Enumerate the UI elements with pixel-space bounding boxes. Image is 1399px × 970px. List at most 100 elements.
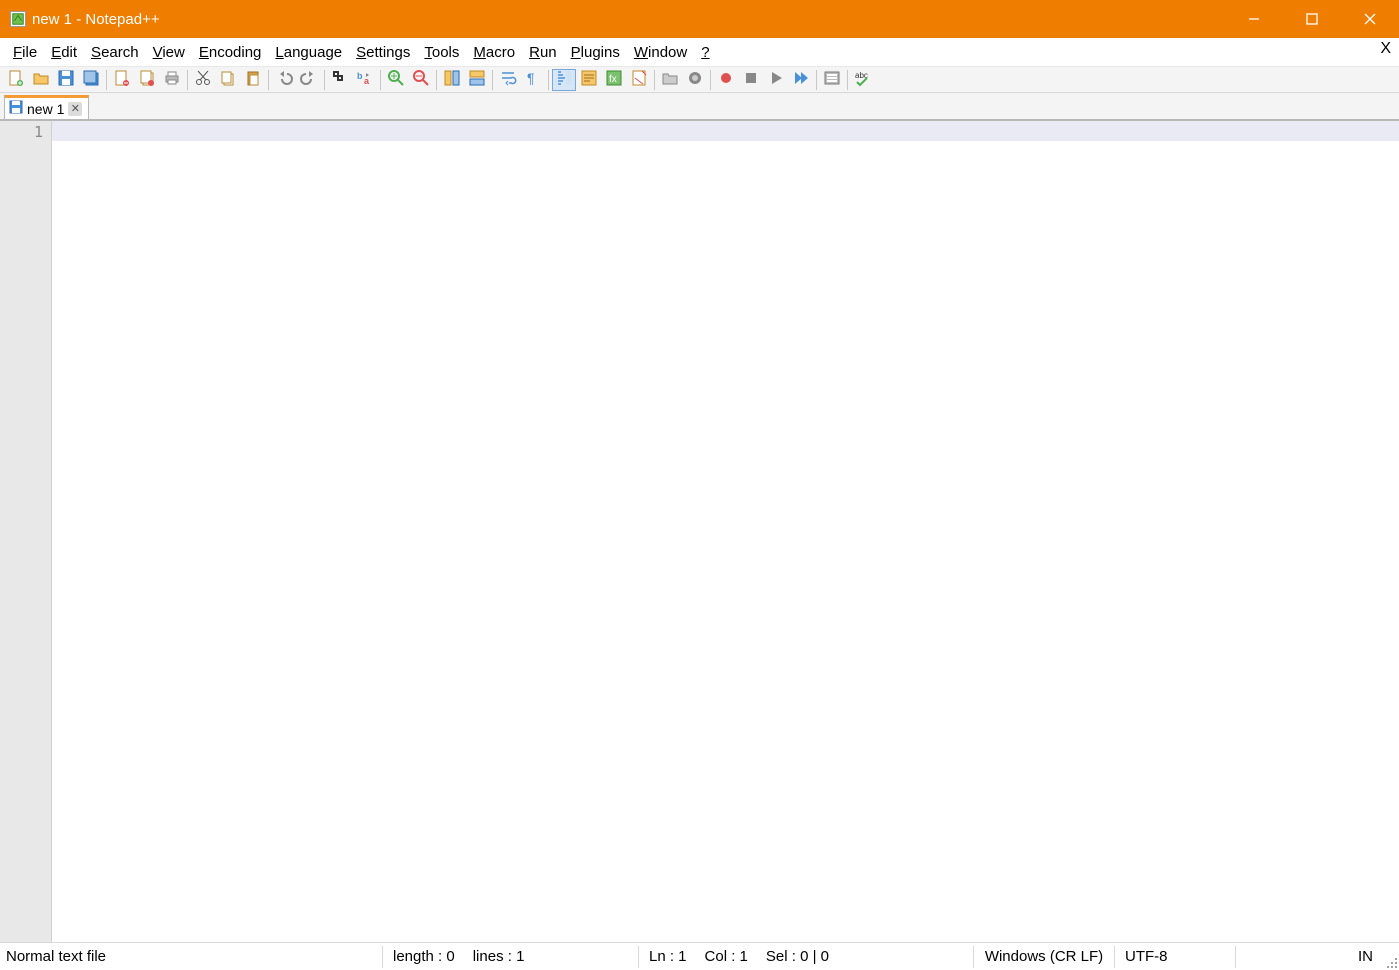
find-icon: [331, 69, 349, 91]
toolbar-separator: [436, 70, 437, 90]
show-all-chars-button[interactable]: ¶: [521, 69, 545, 91]
save-all-button[interactable]: [79, 69, 103, 91]
settings-button[interactable]: [820, 69, 844, 91]
find-button[interactable]: [328, 69, 352, 91]
paste-icon: [244, 69, 262, 91]
sync-v-icon: [443, 69, 461, 91]
monitor-button[interactable]: [683, 69, 707, 91]
paste-button[interactable]: [241, 69, 265, 91]
maximize-button[interactable]: [1283, 0, 1341, 38]
folder-view-button[interactable]: [658, 69, 682, 91]
word-wrap-icon: [499, 69, 517, 91]
svg-text:fx: fx: [609, 74, 617, 85]
status-mode: IN: [1236, 948, 1399, 965]
menu-run[interactable]: Run: [522, 42, 564, 63]
menu-language[interactable]: Language: [268, 42, 349, 63]
save-button[interactable]: [54, 69, 78, 91]
toolbar-separator: [380, 70, 381, 90]
word-wrap-button[interactable]: [496, 69, 520, 91]
new-file-button[interactable]: [4, 69, 28, 91]
undo-button[interactable]: [272, 69, 296, 91]
stop-icon: [742, 69, 760, 91]
minimize-button[interactable]: [1225, 0, 1283, 38]
statusbar: Normal text file length : 0 lines : 1 Ln…: [0, 942, 1399, 970]
indent-guide-icon: [555, 69, 573, 91]
toolbar-separator: [548, 70, 549, 90]
zoom-out-button[interactable]: [409, 69, 433, 91]
titlebar: new 1 - Notepad++: [0, 0, 1399, 38]
doc-map-button[interactable]: [627, 69, 651, 91]
spellcheck-icon: abc: [854, 69, 872, 91]
redo-icon: [300, 69, 318, 91]
toolbar-separator: [847, 70, 848, 90]
save-icon: [9, 100, 23, 117]
zoom-out-icon: [412, 69, 430, 91]
status-lines: lines : 1: [473, 948, 525, 965]
play-icon: [767, 69, 785, 91]
cut-icon: [194, 69, 212, 91]
play-multi-button[interactable]: [789, 69, 813, 91]
tab-label: new 1: [27, 101, 64, 117]
menubar: FileEditSearchViewEncodingLanguageSettin…: [0, 38, 1399, 66]
menu-macro[interactable]: Macro: [466, 42, 522, 63]
menu-window[interactable]: Window: [627, 42, 694, 63]
menu-tools[interactable]: Tools: [417, 42, 466, 63]
menu-view[interactable]: View: [146, 42, 192, 63]
zoom-in-button[interactable]: [384, 69, 408, 91]
menu-settings[interactable]: Settings: [349, 42, 417, 63]
line-number-gutter: 1: [0, 121, 52, 942]
tab-new-1[interactable]: new 1 ✕: [4, 95, 89, 119]
print-button[interactable]: [160, 69, 184, 91]
menu-?[interactable]: ?: [694, 42, 716, 63]
record-button[interactable]: [714, 69, 738, 91]
menu-search[interactable]: Search: [84, 42, 146, 63]
function-list-button[interactable]: fx: [602, 69, 626, 91]
function-list-icon: fx: [605, 69, 623, 91]
status-sel: Sel : 0 | 0: [766, 948, 829, 965]
monitor-icon: [686, 69, 704, 91]
svg-text:¶: ¶: [527, 70, 535, 86]
sync-h-button[interactable]: [465, 69, 489, 91]
close-button[interactable]: [1341, 0, 1399, 38]
copy-button[interactable]: [216, 69, 240, 91]
play-multi-icon: [792, 69, 810, 91]
redo-button[interactable]: [297, 69, 321, 91]
print-icon: [163, 69, 181, 91]
play-button[interactable]: [764, 69, 788, 91]
status-filetype: Normal text file: [6, 948, 382, 965]
menu-plugins[interactable]: Plugins: [564, 42, 627, 63]
line-number: 1: [0, 123, 43, 141]
menu-file[interactable]: File: [6, 42, 44, 63]
mdi-close-button[interactable]: X: [1380, 40, 1391, 58]
window-title: new 1 - Notepad++: [32, 11, 160, 28]
menu-edit[interactable]: Edit: [44, 42, 84, 63]
resize-grip[interactable]: [1383, 954, 1397, 968]
close-all-button[interactable]: [135, 69, 159, 91]
toolbar-separator: [654, 70, 655, 90]
settings-icon: [823, 69, 841, 91]
current-line-highlight: [52, 121, 1399, 141]
lang-tool-button[interactable]: [577, 69, 601, 91]
status-encoding: UTF-8: [1115, 948, 1235, 965]
editor-area: 1: [0, 120, 1399, 942]
text-editor[interactable]: [52, 121, 1399, 942]
lang-tool-icon: [580, 69, 598, 91]
replace-button[interactable]: ba: [353, 69, 377, 91]
tab-close-icon[interactable]: ✕: [68, 102, 82, 116]
show-all-chars-icon: ¶: [524, 69, 542, 91]
spellcheck-button[interactable]: abc: [851, 69, 875, 91]
window-controls: [1225, 0, 1399, 38]
open-file-icon: [32, 69, 50, 91]
sync-v-button[interactable]: [440, 69, 464, 91]
cut-button[interactable]: [191, 69, 215, 91]
stop-button[interactable]: [739, 69, 763, 91]
record-icon: [717, 69, 735, 91]
menu-encoding[interactable]: Encoding: [192, 42, 269, 63]
status-eol: Windows (CR LF): [974, 948, 1114, 965]
app-icon: [10, 11, 26, 27]
status-ln: Ln : 1: [649, 948, 687, 965]
close-button[interactable]: [110, 69, 134, 91]
open-file-button[interactable]: [29, 69, 53, 91]
indent-guide-button[interactable]: [552, 69, 576, 91]
close-icon: [113, 69, 131, 91]
